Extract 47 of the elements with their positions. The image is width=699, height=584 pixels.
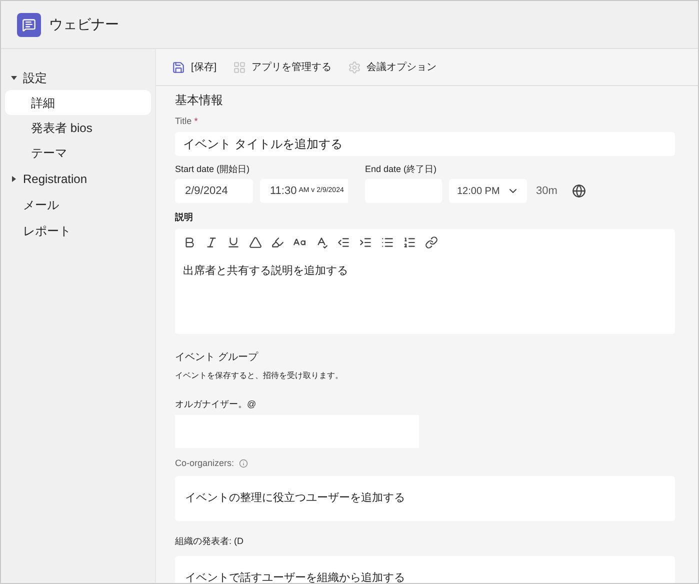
sidebar-item[interactable]: メール (5, 192, 151, 217)
save-icon (172, 60, 185, 74)
app-logo-icon (17, 12, 41, 36)
sidebar-item[interactable]: 発表者 bios (5, 115, 151, 140)
outdent-icon[interactable] (337, 236, 350, 248)
field-label: Start date (開始日) (175, 162, 251, 176)
settings-icon (348, 60, 361, 74)
field-label: Title * (175, 115, 199, 128)
field-label: オルガナイザー。@ (175, 398, 258, 410)
toolbar-button[interactable]: [保存] (172, 60, 217, 74)
duration-text: 30m (536, 184, 558, 199)
triangle-icon[interactable] (249, 236, 262, 248)
app-title: ウェビナー (49, 15, 119, 34)
underline-icon[interactable] (227, 236, 240, 248)
sidebar-item[interactable]: Registration (5, 166, 151, 191)
presenters-field[interactable]: イベントで話すユーザーを組織から追加する (175, 556, 675, 583)
spellcheck-icon[interactable] (315, 236, 328, 248)
numbered-list-icon[interactable] (403, 236, 416, 248)
italic-icon[interactable] (205, 236, 218, 248)
globe-icon[interactable] (572, 184, 586, 198)
field-label: End date (終了日) (365, 162, 438, 176)
bullet-list-icon[interactable] (381, 236, 394, 248)
sidebar-item[interactable]: レポート (5, 218, 151, 243)
start-time-field[interactable]: 11:30 (260, 179, 299, 203)
caret-right-icon (11, 176, 17, 182)
group-title: イベント グループ (175, 350, 260, 364)
co-organizers-field[interactable]: イベントの整理に役立つユーザーを追加する (175, 476, 675, 520)
sidebar-item[interactable]: テーマ (5, 140, 151, 165)
end-time-field[interactable]: 12:00 PM (449, 179, 527, 203)
field-label: Co-organizers: (175, 457, 234, 470)
sidebar-item[interactable]: 詳細 (5, 90, 151, 115)
highlighter-icon[interactable] (271, 236, 284, 248)
field-label: 組織の発表者: (D (175, 534, 244, 548)
sidebar-item[interactable]: 設定 (5, 65, 151, 90)
description-editor[interactable]: 出席者と共有する説明を追加する (175, 228, 675, 334)
indent-icon[interactable] (359, 236, 372, 248)
caret-down-icon (11, 74, 17, 80)
start-date-field[interactable]: 2/9/2024 (175, 179, 253, 203)
section-title: 基本情報 (175, 92, 224, 109)
bold-icon[interactable] (183, 236, 196, 248)
link-icon[interactable] (425, 236, 438, 248)
info-icon[interactable] (239, 459, 248, 468)
description-placeholder: 出席者と共有する説明を追加する (183, 264, 349, 278)
grid-icon (232, 60, 246, 74)
field-label: 説明 (175, 211, 194, 224)
title-field[interactable]: イベント タイトルを追加する (175, 132, 675, 156)
group-note: イベントを保存すると、招待を受け取ります。 (175, 370, 344, 382)
